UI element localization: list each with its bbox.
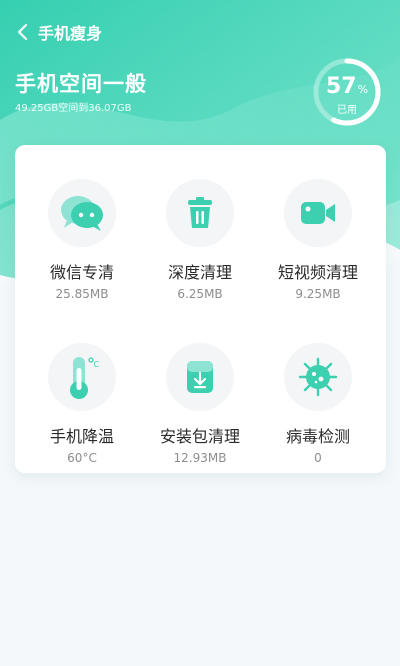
tool-value: 60°C	[67, 451, 97, 465]
tool-phone-cooling[interactable]: C 手机降温 60°C	[23, 343, 141, 465]
page-title: 手机瘦身	[38, 24, 103, 43]
tool-name: 病毒检测	[285, 427, 350, 446]
usage-percent: 57%	[325, 74, 369, 99]
chevron-left-icon	[17, 23, 28, 41]
wechat-icon	[48, 179, 116, 247]
back-button[interactable]	[2, 0, 42, 64]
tool-wechat-clean[interactable]: 微信专清 25.85MB	[23, 179, 141, 301]
video-camera-icon	[284, 179, 352, 247]
tool-virus-scan[interactable]: 病毒检测 0	[259, 343, 377, 465]
storage-status-title: 手机空间一般	[15, 72, 147, 96]
tool-name: 短视频清理	[277, 263, 358, 282]
tool-name: 深度清理	[167, 263, 232, 282]
package-icon	[166, 343, 234, 411]
tool-value: 0	[314, 451, 322, 465]
tool-name: 安装包清理	[159, 427, 240, 446]
tool-value: 6.25MB	[177, 287, 223, 301]
top-bar: 手机瘦身	[0, 0, 400, 64]
tool-name: 手机降温	[49, 427, 114, 446]
storage-summary: 49.25GB空间到36.07GB	[15, 103, 132, 114]
virus-icon	[284, 343, 352, 411]
trash-icon	[166, 179, 234, 247]
svg-text:C: C	[94, 360, 100, 369]
tool-value: 9.25MB	[295, 287, 341, 301]
tool-short-video-clean[interactable]: 短视频清理 9.25MB	[259, 179, 377, 301]
tool-name: 微信专清	[49, 263, 114, 282]
thermometer-icon: C	[48, 343, 116, 411]
tool-package-clean[interactable]: 安装包清理 12.93MB	[141, 343, 259, 465]
storage-usage-gauge: 57% 已用	[312, 57, 382, 127]
tool-value: 25.85MB	[55, 287, 109, 301]
tool-value: 12.93MB	[173, 451, 227, 465]
usage-label: 已用	[337, 105, 357, 116]
tools-card: 微信专清 25.85MB 深度清理 6.25MB 短视频清理 9.25MB C …	[15, 145, 386, 473]
tool-deep-clean[interactable]: 深度清理 6.25MB	[141, 179, 259, 301]
